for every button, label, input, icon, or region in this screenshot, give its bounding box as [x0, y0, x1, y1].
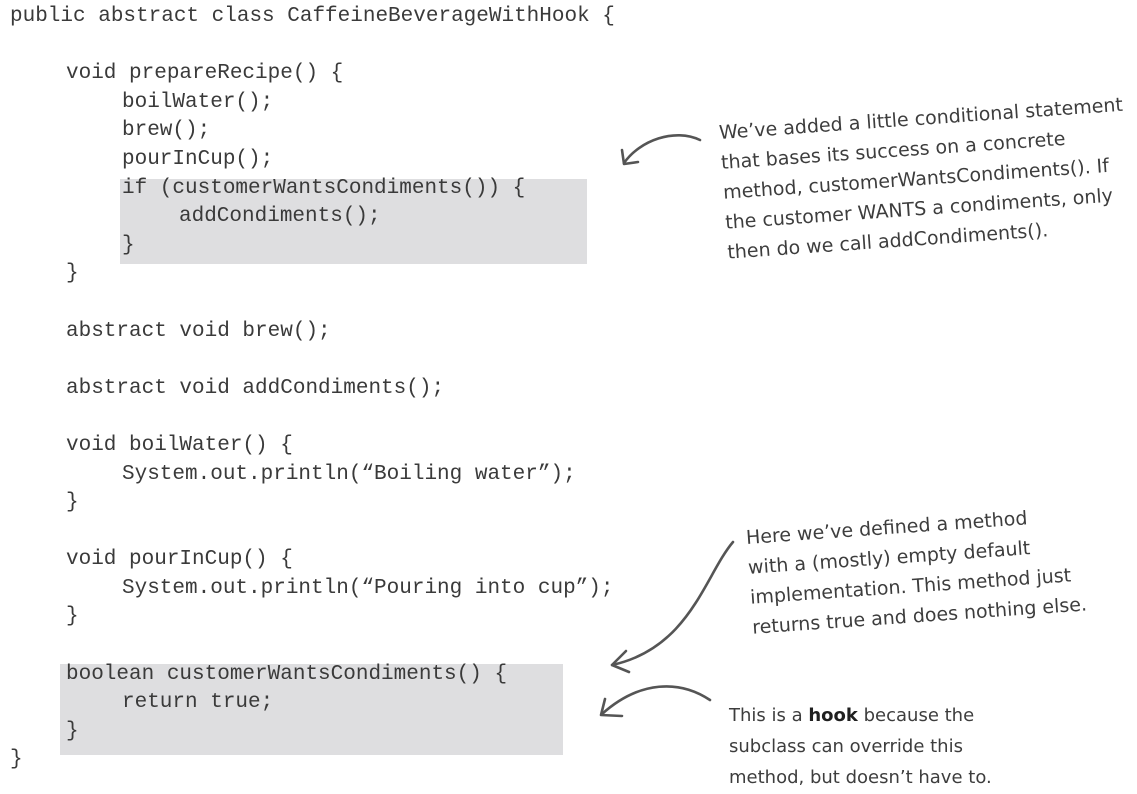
annotation-arrows: [599, 134, 735, 718]
arrow-to-conditional: [622, 134, 702, 165]
arrow-hook: [600, 685, 712, 716]
arrow-to-hook-method: [610, 540, 735, 667]
